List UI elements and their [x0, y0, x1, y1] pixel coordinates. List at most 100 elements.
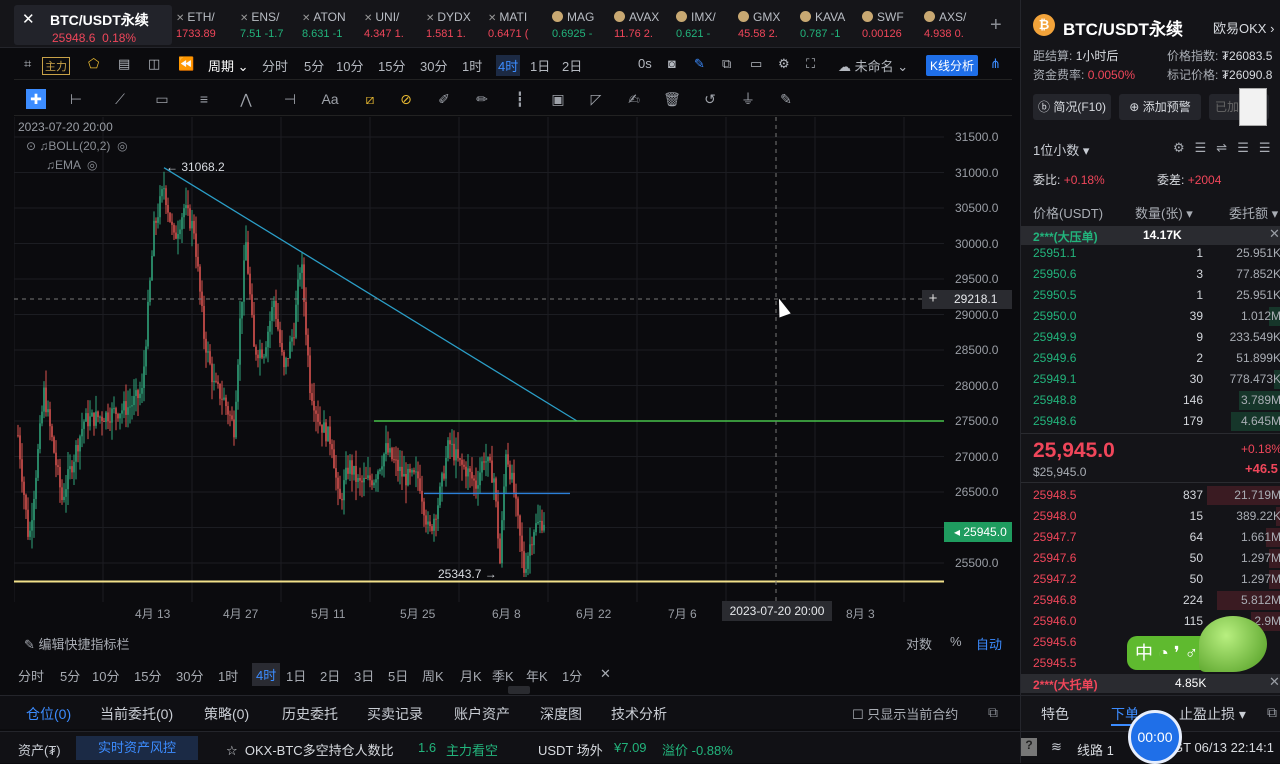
tab-5[interactable]: 账户资产: [454, 704, 510, 724]
tab-7[interactable]: 技术分析: [611, 704, 667, 724]
ticker-tab[interactable]: SWF 0.00126: [862, 10, 924, 44]
only-current-checkbox[interactable]: ☐ 只显示当前合约: [852, 704, 958, 723]
text-icon[interactable]: ▭: [750, 56, 762, 72]
col-amt[interactable]: 委托额 ▾: [1229, 203, 1278, 222]
edit-indicator-bar[interactable]: ✎ 编辑快捷指标栏: [24, 634, 130, 653]
tab-1[interactable]: 当前委托(0): [100, 704, 173, 724]
lock-tool-icon[interactable]: ▣: [548, 89, 568, 109]
tab-tpsl[interactable]: 止盈止损 ▾: [1179, 704, 1246, 724]
timeframe-1[interactable]: 5分: [60, 666, 80, 685]
edit-tool-icon[interactable]: ✍: [624, 89, 644, 109]
ticker-tab[interactable]: ✕ MATI 0.6471 (: [488, 10, 550, 44]
order-row[interactable]: 25948.8 146 3.789M: [1033, 390, 1280, 411]
ticker-tab[interactable]: ✕ UNI/4.347 1.: [364, 10, 426, 44]
order-row[interactable]: 25947.2 50 1.297M: [1033, 569, 1280, 590]
ticker-tab[interactable]: ✕ ATON 8.631 -1: [302, 10, 364, 44]
order-row[interactable]: 25948.5 837 21.719M: [1033, 485, 1280, 506]
trash-tool-icon[interactable]: 🗑: [662, 89, 682, 109]
pencil-tool-icon[interactable]: ✏: [472, 89, 492, 109]
help-icon[interactable]: ?: [1021, 738, 1037, 756]
ticker-tab[interactable]: ✕ ETH/1733.89: [176, 10, 238, 44]
calendar-icon[interactable]: ▤: [118, 56, 130, 72]
interval-3[interactable]: 15分: [378, 56, 405, 75]
rect-tool-icon[interactable]: ▭: [152, 89, 172, 109]
order-row[interactable]: 25947.6 50 1.297M: [1033, 548, 1280, 569]
timeframe-3[interactable]: 15分: [134, 666, 161, 685]
tab-0[interactable]: 仓位(0): [26, 704, 71, 724]
exchange-selector[interactable]: 欧易OKX ›: [1213, 18, 1274, 37]
time-axis[interactable]: 4月 13 4月 27 5月 11 5月 25 6月 8 6月 22 7月 6 8月 3: [14, 600, 1012, 624]
log-scale-toggle[interactable]: 对数: [906, 634, 932, 653]
order-row[interactable]: 25949.1 30 778.473K: [1033, 369, 1280, 390]
order-row[interactable]: 25950.0 39 1.012M: [1033, 306, 1280, 327]
add-alert-button[interactable]: ⊕ 添加预警: [1119, 94, 1201, 120]
star-icon[interactable]: ⬠: [88, 56, 99, 72]
interval-6[interactable]: 4时: [496, 55, 521, 76]
col-qty[interactable]: 数量(张) ▾: [1135, 203, 1193, 222]
timeframe-4[interactable]: 30分: [176, 666, 203, 685]
close-icon[interactable]: ✕: [1269, 226, 1280, 242]
timeframe-10[interactable]: 5日: [388, 666, 408, 685]
ray-tool-icon[interactable]: ⟋: [110, 89, 130, 109]
crosshair-plus-icon[interactable]: +: [922, 290, 944, 309]
order-row[interactable]: 25946.8 224 5.812M: [1033, 590, 1280, 611]
timeframe-12[interactable]: 月K: [460, 666, 482, 685]
snapshot-icon[interactable]: ⧉: [722, 56, 731, 72]
pattern-tool-icon[interactable]: ⋀: [236, 89, 256, 109]
interval-4[interactable]: 30分: [420, 56, 447, 75]
crosshair-tool-icon[interactable]: ✚: [26, 89, 46, 109]
line-label[interactable]: 线路 1: [1077, 740, 1114, 759]
timeframe-9[interactable]: 3日: [354, 666, 374, 685]
candles-tool-icon[interactable]: ┇: [510, 89, 530, 109]
timeframe-2[interactable]: 10分: [92, 666, 119, 685]
order-row[interactable]: 25947.7 64 1.661M: [1033, 527, 1280, 548]
timeframe-7[interactable]: 1日: [286, 666, 306, 685]
timeframe-13[interactable]: 季K: [492, 666, 514, 685]
interval-2[interactable]: 10分: [336, 56, 363, 75]
candlestick-chart[interactable]: [14, 117, 944, 602]
close-icon[interactable]: ✕: [1269, 674, 1280, 690]
risk-control-button[interactable]: 实时资产风控: [76, 736, 198, 760]
brush-tool-icon[interactable]: ⧄: [360, 89, 380, 109]
timeframe-15[interactable]: 1分: [562, 666, 582, 685]
measure-tool-icon[interactable]: ⊣: [280, 89, 300, 109]
chart-type-icon[interactable]: ⌗: [24, 56, 31, 72]
popout-icon[interactable]: ⧉: [988, 704, 998, 721]
ticker-tab[interactable]: MAG 0.6925 -: [552, 10, 614, 44]
interval-7[interactable]: 1日: [530, 56, 550, 75]
order-row[interactable]: 25950.6 3 77.852K: [1033, 264, 1280, 285]
ticker-tab[interactable]: IMX/0.621 -: [676, 10, 738, 44]
interval-5[interactable]: 1时: [462, 56, 482, 75]
settings-icon[interactable]: ⚙: [778, 56, 790, 72]
tab-4[interactable]: 买卖记录: [367, 704, 423, 724]
ticker-tab[interactable]: ✕ DYDX 1.581 1.: [426, 10, 488, 44]
tab-6[interactable]: 深度图: [540, 704, 582, 724]
percent-scale-toggle[interactable]: %: [950, 634, 962, 649]
ticker-tab[interactable]: AVAX 11.76 2.: [614, 10, 676, 44]
magnet-tool-icon[interactable]: ⊘: [396, 89, 416, 109]
close-icon[interactable]: ✕: [600, 666, 611, 682]
timeframe-14[interactable]: 年K: [526, 666, 548, 685]
interval-8[interactable]: 2日: [562, 56, 582, 75]
book-view-icons[interactable]: ⚙☰⇌☰☰: [1173, 140, 1280, 156]
main-force-button[interactable]: 主力: [42, 57, 70, 75]
share-icon[interactable]: ⋔: [990, 56, 1001, 72]
order-row[interactable]: 25948.0 15 389.22K: [1033, 506, 1280, 527]
filter-tool-icon[interactable]: ⏚: [738, 89, 758, 109]
boll-indicator[interactable]: ⊙ ♫BOLL(20,2) ◎: [26, 139, 128, 153]
layout-icon[interactable]: ◫: [148, 56, 160, 72]
auto-scale-toggle[interactable]: 自动: [976, 634, 1002, 653]
bookmark-tool-icon[interactable]: ◸: [586, 89, 606, 109]
ticker-tab[interactable]: KAVA 0.787 -1: [800, 10, 862, 44]
interval-0[interactable]: 分时: [262, 56, 288, 75]
kline-analysis-button[interactable]: K线分析: [926, 55, 979, 76]
order-row[interactable]: 25948.6 179 4.645M: [1033, 411, 1280, 432]
template-dropdown[interactable]: ☁ 未命名 ⌄: [838, 56, 908, 75]
timeframe-6[interactable]: 4时: [252, 663, 281, 686]
order-row[interactable]: 25949.9 9 233.549K: [1033, 327, 1280, 348]
ticker-tab[interactable]: ✕ ENS/7.51 -1.7: [240, 10, 302, 44]
pen-icon[interactable]: ✎: [694, 56, 705, 72]
timeframe-5[interactable]: 1时: [218, 666, 238, 685]
main-ticker-tab[interactable]: ✕ BTC/USDT永续 25948.6 0.18%: [14, 5, 172, 45]
ticker-tab[interactable]: AXS/4.938 0.: [924, 10, 986, 44]
